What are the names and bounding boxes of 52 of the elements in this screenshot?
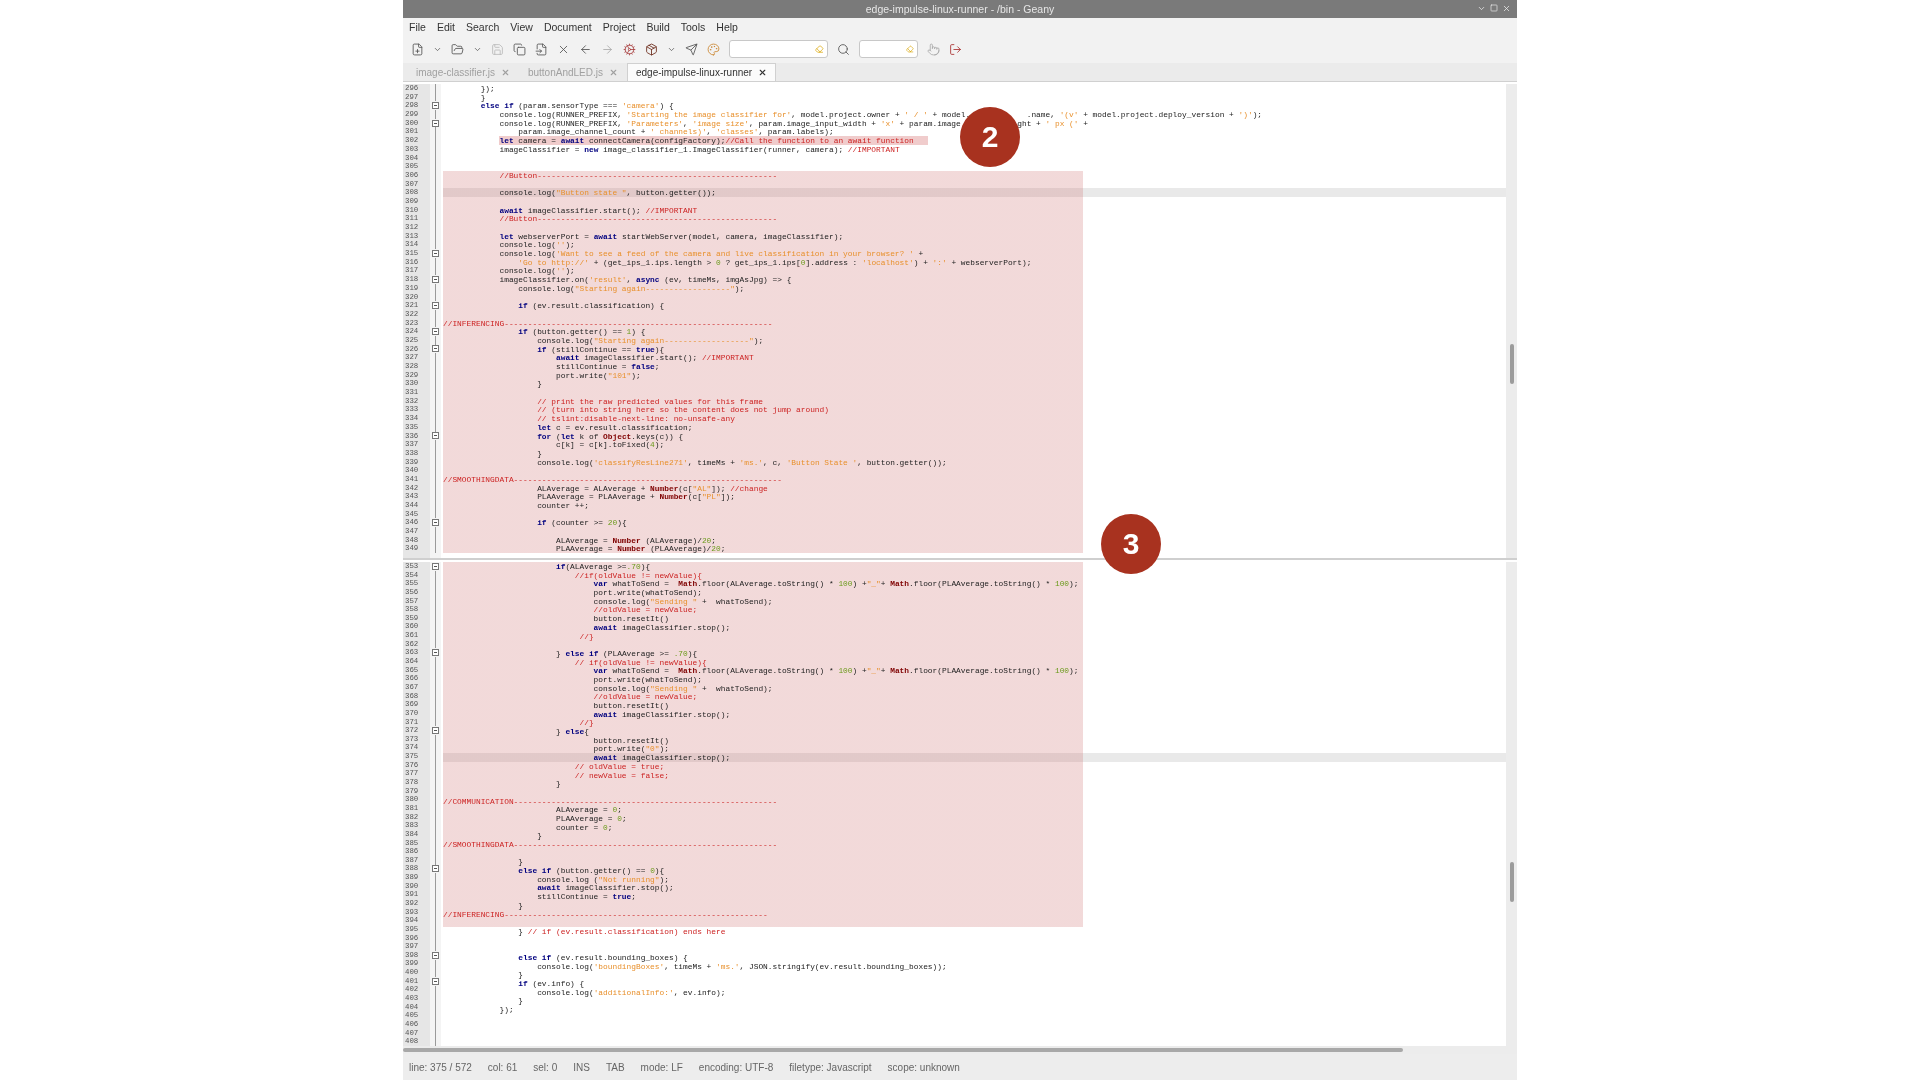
revert-icon[interactable] xyxy=(535,42,548,56)
folder-icon[interactable] xyxy=(451,42,464,56)
search-icon[interactable] xyxy=(837,42,850,56)
fold-marker-icon[interactable] xyxy=(432,727,439,735)
paper-plane-icon[interactable] xyxy=(685,42,698,56)
status-item: sel: 0 xyxy=(533,1061,558,1073)
status-item: filetype: Javascript xyxy=(789,1061,872,1073)
fold-marker-icon[interactable] xyxy=(432,951,439,959)
back-arrow-icon[interactable] xyxy=(579,42,592,56)
status-item: line: 375 / 572 xyxy=(409,1061,472,1073)
status-item: TAB xyxy=(605,1061,625,1073)
status-item: mode: LF xyxy=(640,1061,683,1073)
vertical-scrollbar[interactable] xyxy=(1506,84,1517,558)
fold-marker-icon[interactable] xyxy=(432,865,439,873)
fold-marker-icon[interactable] xyxy=(432,275,439,283)
fold-marker-icon[interactable] xyxy=(432,249,439,257)
brick-icon[interactable] xyxy=(645,42,658,56)
fold-marker-icon[interactable] xyxy=(432,562,439,570)
menu-item[interactable]: Tools xyxy=(680,20,706,33)
menu-item[interactable]: Search xyxy=(466,20,500,33)
fold-marker-icon[interactable] xyxy=(432,649,439,657)
search-field[interactable] xyxy=(729,40,828,58)
horizontal-scrollbar[interactable] xyxy=(403,1046,1517,1054)
fold-marker-icon[interactable] xyxy=(432,102,439,110)
new-file-icon[interactable] xyxy=(411,42,424,56)
fold-marker-icon[interactable] xyxy=(432,519,439,527)
quit-icon[interactable] xyxy=(949,42,962,56)
menu-item[interactable]: Build xyxy=(646,20,670,33)
menu-item[interactable]: Document xyxy=(543,20,592,33)
vertical-scrollbar[interactable] xyxy=(1506,562,1517,1046)
status-item: scope: unknown xyxy=(887,1061,960,1073)
menu-item[interactable]: Project xyxy=(602,20,636,33)
save-all-icon[interactable] xyxy=(513,42,526,56)
file-tab[interactable]: edge-impulse-linux-runner xyxy=(627,63,777,81)
menu-item[interactable]: Help xyxy=(716,20,738,33)
menu-item[interactable]: File xyxy=(409,20,426,33)
status-item: encoding: UTF-8 xyxy=(698,1061,774,1073)
status-item: col: 61 xyxy=(487,1061,518,1073)
minimize-icon[interactable] xyxy=(1477,4,1486,13)
gear-icon[interactable] xyxy=(623,42,636,56)
close-icon[interactable] xyxy=(758,68,768,77)
menu-item[interactable]: View xyxy=(510,20,533,33)
fold-marker-icon[interactable] xyxy=(432,302,439,310)
fold-marker-icon[interactable] xyxy=(432,432,439,440)
fold-marker-icon[interactable] xyxy=(432,119,439,127)
window-title: edge-impulse-linux-runner - /bin - Geany xyxy=(865,3,1055,15)
status-item: INS xyxy=(573,1061,590,1073)
fold-marker-icon[interactable] xyxy=(432,345,439,353)
line-number-field[interactable] xyxy=(859,40,918,58)
fold-marker-icon[interactable] xyxy=(432,328,439,336)
fold-marker-icon[interactable] xyxy=(432,977,439,985)
menu-item[interactable]: Edit xyxy=(436,20,455,33)
